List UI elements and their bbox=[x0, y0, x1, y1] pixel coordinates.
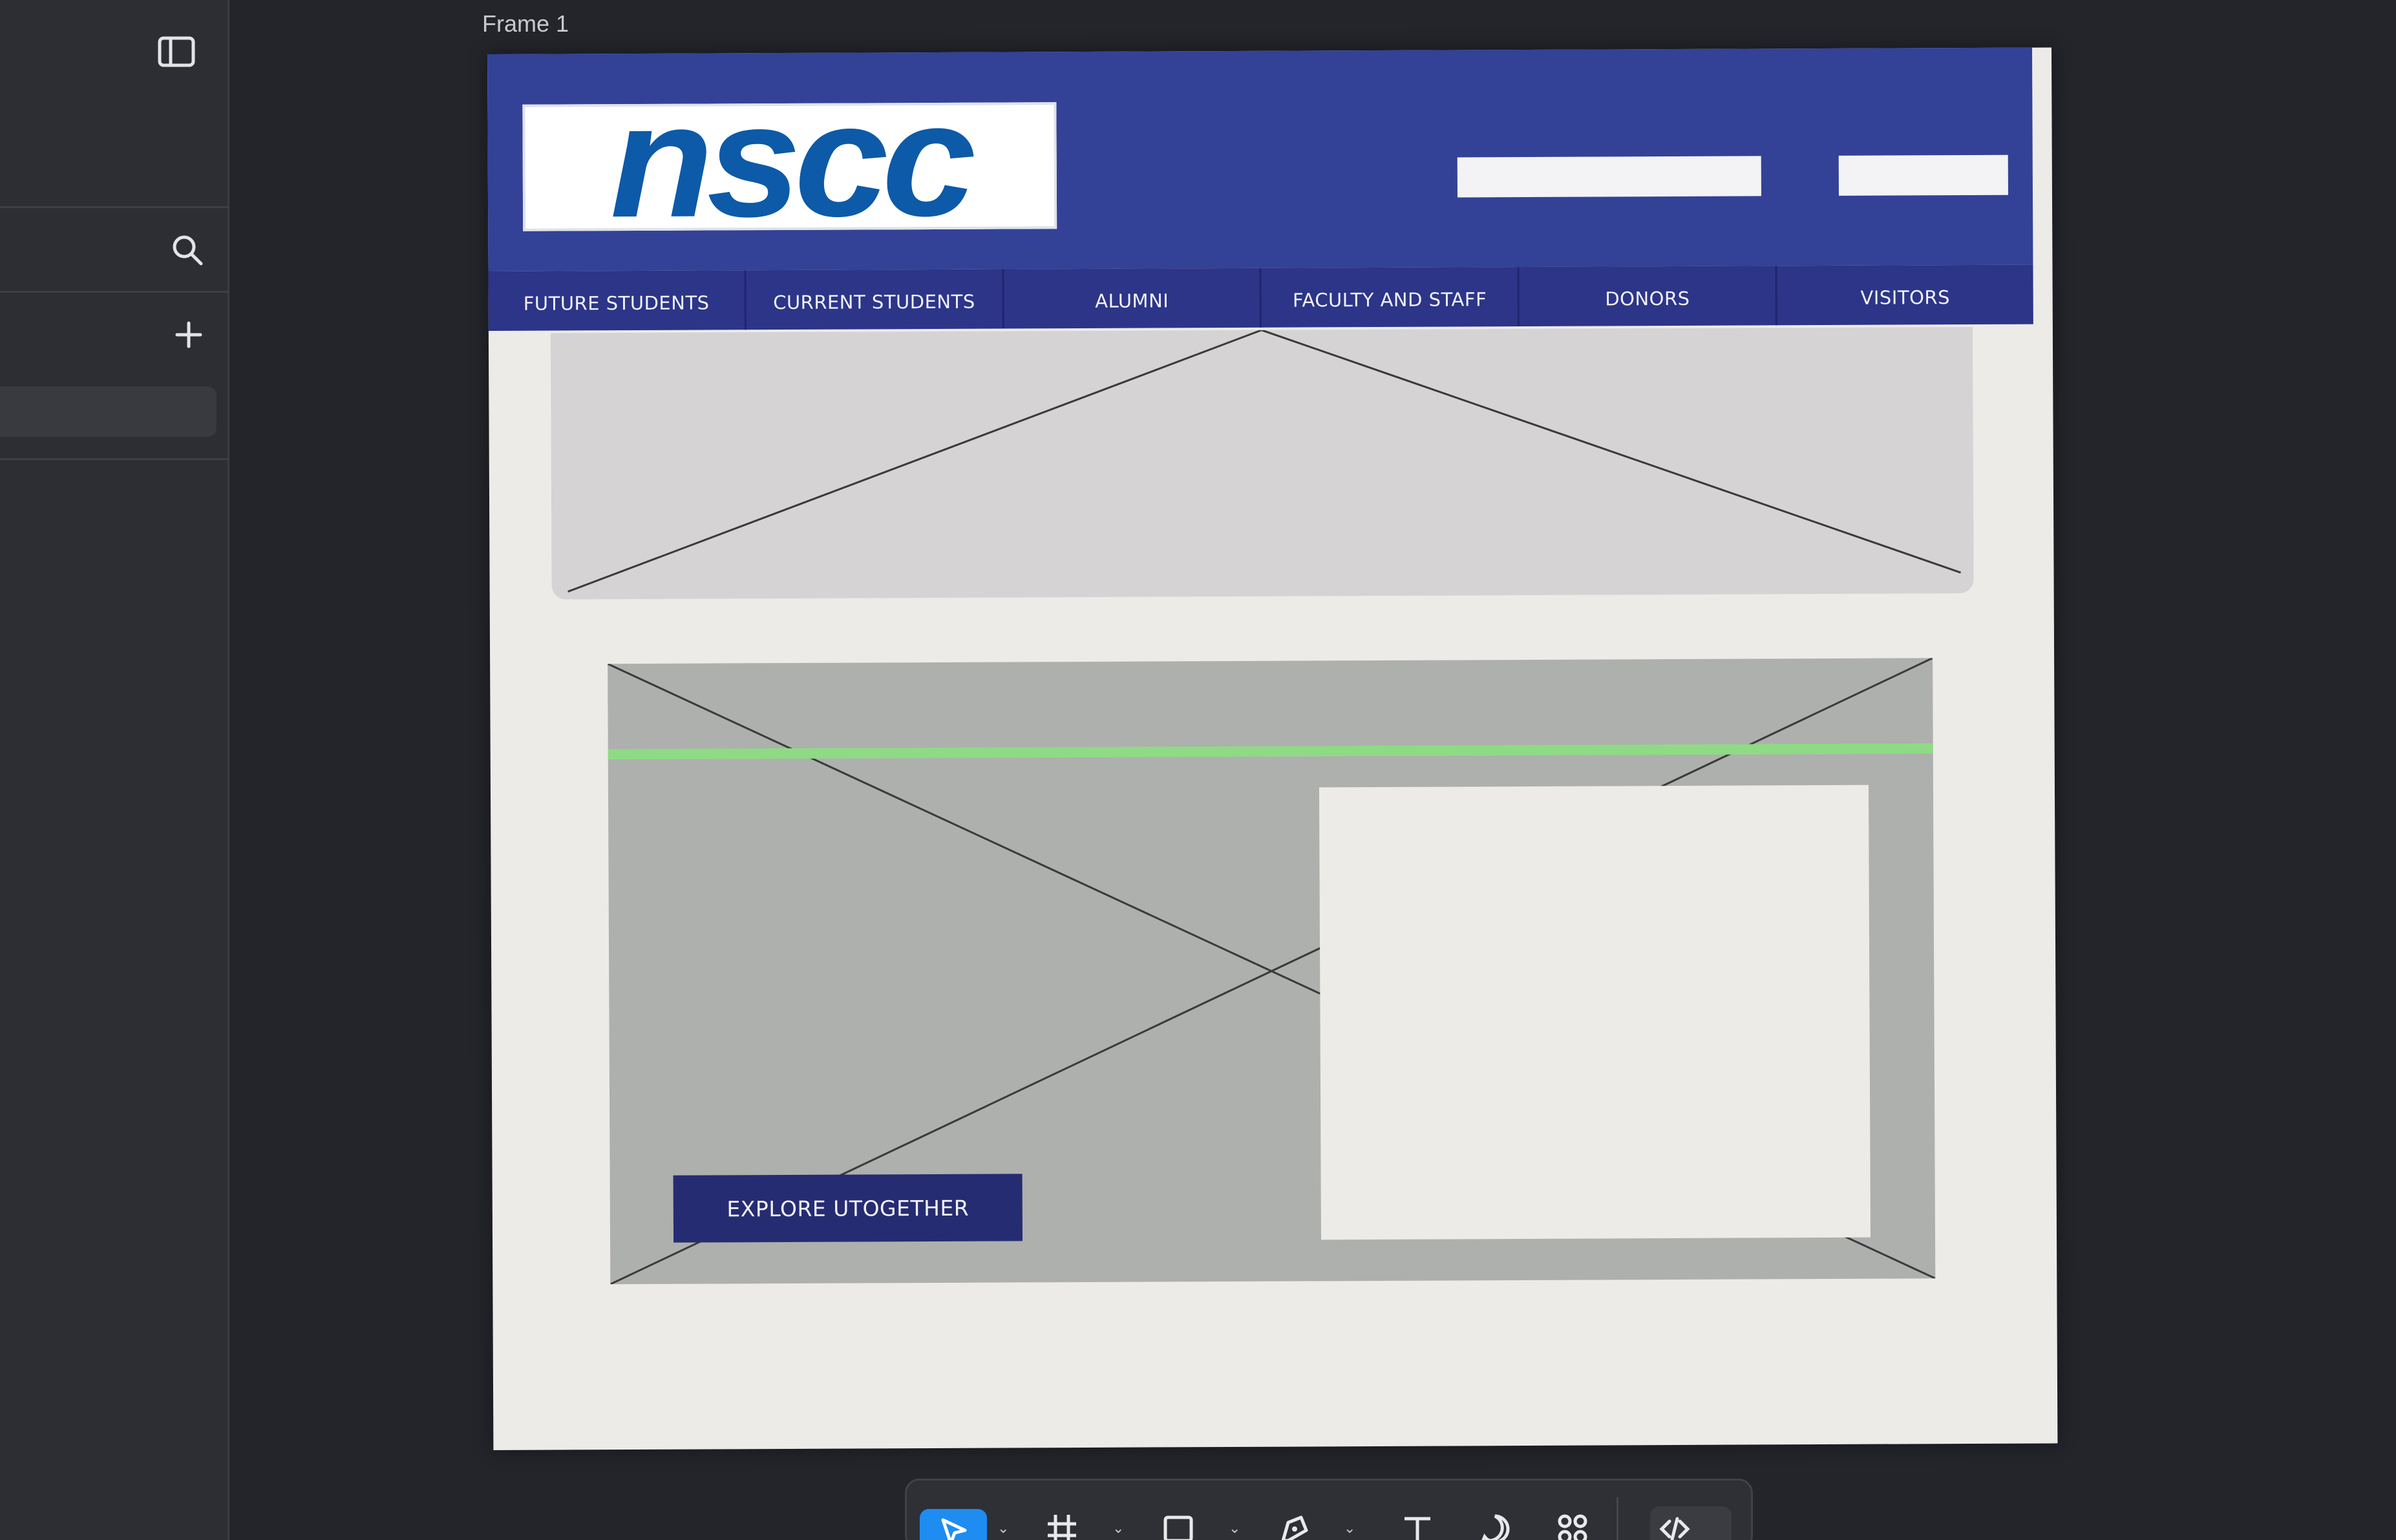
nav-item-current-students[interactable]: CURRENT STUDENTS bbox=[746, 269, 1004, 330]
dev-mode-toggle[interactable] bbox=[1650, 1506, 1732, 1540]
frame-tool-icon[interactable] bbox=[1036, 1506, 1088, 1540]
layers-sidebar bbox=[0, 0, 229, 1540]
hero-image-placeholder[interactable] bbox=[550, 326, 1974, 600]
comment-tool-icon[interactable] bbox=[1469, 1506, 1521, 1540]
chevron-down-icon[interactable]: ⌄ bbox=[1344, 1521, 1355, 1537]
site-header: nscc bbox=[487, 47, 2033, 271]
chevron-down-icon[interactable]: ⌄ bbox=[1112, 1521, 1124, 1537]
placeholder-cross bbox=[567, 329, 1962, 593]
header-search-box[interactable] bbox=[1457, 156, 1761, 198]
text-tool-icon[interactable] bbox=[1392, 1506, 1443, 1540]
feature-image-placeholder[interactable]: EXPLORE UTOGETHER bbox=[608, 658, 1936, 1285]
toolbar-divider bbox=[1617, 1497, 1618, 1540]
panel-toggle-icon[interactable] bbox=[158, 36, 195, 70]
nav-item-faculty-and-staff[interactable]: FACULTY AND STAFF bbox=[1261, 267, 1520, 328]
sidebar-header bbox=[0, 0, 229, 208]
nav-item-donors[interactable]: DONORS bbox=[1519, 266, 1777, 327]
selected-page-item[interactable] bbox=[0, 386, 217, 437]
frame-1[interactable]: nscc FUTURE STUDENTS CURRENT STUDENTS AL… bbox=[487, 47, 2058, 1450]
nscc-logo: nscc bbox=[522, 69, 1057, 251]
sidebar-search-row[interactable] bbox=[0, 210, 229, 293]
main-nav: FUTURE STUDENTS CURRENT STUDENTS ALUMNI … bbox=[488, 264, 2033, 331]
content-card[interactable] bbox=[1319, 785, 1871, 1240]
nav-item-alumni[interactable]: ALUMNI bbox=[1004, 268, 1262, 329]
bottom-toolbar: ⌄ ⌄ ⌄ ⌄ bbox=[905, 1479, 1753, 1540]
chevron-down-icon[interactable]: ⌄ bbox=[997, 1521, 1009, 1537]
nav-item-visitors[interactable]: VISITORS bbox=[1777, 265, 2033, 326]
search-icon[interactable] bbox=[171, 233, 204, 269]
move-tool-icon[interactable] bbox=[920, 1509, 987, 1540]
components-icon[interactable] bbox=[1547, 1506, 1598, 1540]
plus-icon[interactable] bbox=[173, 319, 204, 353]
header-button-box[interactable] bbox=[1838, 154, 2008, 196]
dev-mode-icon bbox=[1655, 1506, 1694, 1540]
nav-item-future-students[interactable]: FUTURE STUDENTS bbox=[488, 270, 747, 331]
logo-text: nscc bbox=[609, 69, 970, 251]
pen-tool-icon[interactable] bbox=[1269, 1506, 1320, 1540]
rectangle-tool-icon[interactable] bbox=[1152, 1506, 1204, 1540]
explore-button[interactable]: EXPLORE UTOGETHER bbox=[673, 1174, 1023, 1243]
chevron-down-icon[interactable]: ⌄ bbox=[1229, 1521, 1240, 1537]
frame-label[interactable]: Frame 1 bbox=[482, 10, 569, 37]
